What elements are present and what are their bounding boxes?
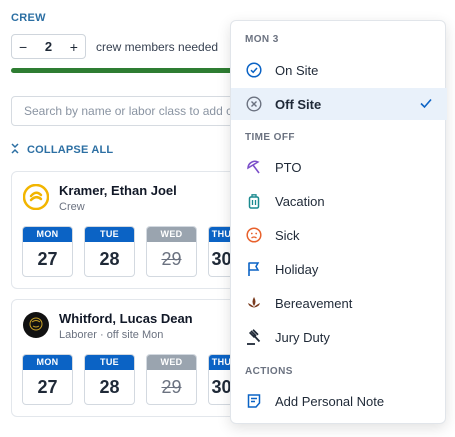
check-circle-icon	[246, 62, 262, 78]
umbrella-icon	[246, 159, 262, 175]
day-date: 27	[37, 377, 58, 397]
luggage-icon	[246, 193, 262, 209]
menu-item-holiday[interactable]: Holiday	[231, 253, 447, 285]
day-status-menu: MON 3 On Site Off Site TIME OFF PTO Vaca…	[230, 20, 447, 424]
increment-button[interactable]: +	[70, 39, 78, 55]
crew-count-value[interactable]: 2	[45, 39, 52, 54]
member-name[interactable]: Kramer, Ethan Joel	[59, 183, 177, 198]
day-tile-wed[interactable]: WED 29	[146, 354, 197, 405]
day-date: 29	[161, 377, 182, 397]
day-tile-tue[interactable]: TUE 28	[84, 354, 135, 405]
crew-progress-bar	[11, 68, 241, 73]
crew-members-needed-label: crew members needed	[96, 40, 219, 54]
day-tile-wed[interactable]: WED 29	[146, 226, 197, 277]
sick-face-icon	[246, 227, 262, 243]
flag-icon	[246, 261, 262, 277]
crew-member-card: Whitford, Lucas Dean Laborer · off site …	[11, 299, 251, 417]
collapse-all-button[interactable]: COLLAPSE ALL	[11, 143, 113, 157]
crew-section-title: CREW	[11, 12, 46, 24]
crew-progress-fill	[11, 68, 241, 73]
menu-actions-header: ACTIONS	[245, 366, 293, 377]
day-date: 29	[161, 249, 182, 269]
menu-item-jury-duty[interactable]: Jury Duty	[231, 321, 447, 353]
crew-member-card: Kramer, Ethan Joel Crew MON 27 TUE 28 WE…	[11, 171, 251, 289]
gavel-icon	[246, 329, 262, 345]
decrement-button[interactable]: −	[19, 39, 27, 55]
day-tiles: MON 27 TUE 28 WED 29 THU 30	[22, 226, 234, 277]
day-label: TUE	[85, 227, 134, 242]
menu-item-add-personal-note[interactable]: Add Personal Note	[231, 385, 447, 417]
avatar	[22, 183, 50, 211]
day-tile-tue[interactable]: TUE 28	[84, 226, 135, 277]
day-date: 28	[99, 377, 120, 397]
menu-item-sick[interactable]: Sick	[231, 219, 447, 251]
day-tiles: MON 27 TUE 28 WED 29 THU 30	[22, 354, 234, 405]
crew-search-input[interactable]	[11, 96, 251, 126]
menu-item-label: Jury Duty	[275, 329, 330, 345]
day-label: MON	[23, 227, 72, 242]
note-icon	[246, 393, 262, 409]
menu-item-label: Vacation	[275, 193, 325, 209]
day-date: 27	[37, 249, 58, 269]
x-circle-icon	[246, 96, 262, 112]
collapse-all-label: COLLAPSE ALL	[27, 144, 114, 156]
menu-item-label: Holiday	[275, 261, 319, 277]
day-label: MON	[23, 355, 72, 370]
avatar	[23, 312, 49, 338]
selected-check-icon	[419, 96, 433, 115]
crew-count-stepper[interactable]: − 2 +	[11, 34, 86, 59]
lotus-icon	[246, 295, 262, 311]
menu-item-bereavement[interactable]: Bereavement	[231, 287, 447, 319]
menu-item-pto[interactable]: PTO	[231, 151, 447, 183]
menu-item-off-site[interactable]: Off Site	[231, 88, 447, 120]
menu-item-label: Add Personal Note	[275, 393, 385, 409]
day-label: TUE	[85, 355, 134, 370]
member-name[interactable]: Whitford, Lucas Dean	[59, 311, 193, 326]
collapse-icon	[11, 143, 19, 157]
day-tile-mon[interactable]: MON 27	[22, 354, 73, 405]
menu-item-vacation[interactable]: Vacation	[231, 185, 447, 217]
menu-item-on-site[interactable]: On Site	[231, 54, 447, 86]
menu-day-header: MON 3	[245, 34, 279, 45]
day-date: 28	[99, 249, 120, 269]
menu-item-label: PTO	[275, 159, 302, 175]
menu-item-label: Bereavement	[275, 295, 353, 311]
menu-item-label: Off Site	[275, 96, 322, 112]
menu-item-label: Sick	[275, 227, 300, 243]
day-tile-mon[interactable]: MON 27	[22, 226, 73, 277]
day-label: WED	[147, 227, 196, 242]
menu-item-label: On Site	[275, 62, 319, 78]
member-role: Crew	[59, 201, 85, 213]
day-label: WED	[147, 355, 196, 370]
menu-time-off-header: TIME OFF	[245, 132, 295, 143]
member-role: Laborer · off site Mon	[59, 329, 164, 341]
